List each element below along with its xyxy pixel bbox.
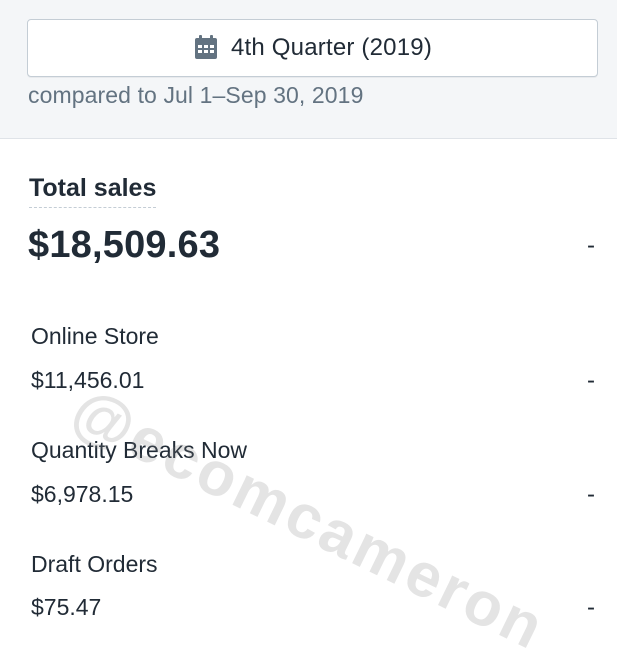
sales-report-page: 4th Quarter (2019) compared to Jul 1–Sep…: [0, 0, 617, 671]
channel-label-quantity-breaks: Quantity Breaks Now: [31, 437, 248, 463]
date-range-header: 4th Quarter (2019) compared to Jul 1–Sep…: [0, 0, 617, 139]
comparison-text: compared to Jul 1–Sep 30, 2019: [28, 82, 364, 108]
total-sales-change: -: [587, 232, 595, 259]
channel-change-online-store: -: [587, 367, 595, 394]
date-range-label: 4th Quarter (2019): [230, 34, 433, 61]
metric-title[interactable]: Total sales: [29, 173, 157, 208]
calendar-icon: [193, 34, 219, 60]
channel-change-draft-orders: -: [587, 594, 595, 621]
channel-value-online-store: $11,456.01: [31, 367, 145, 393]
watermark: @ecomcameron: [61, 374, 557, 664]
channel-label-draft-orders: Draft Orders: [31, 551, 158, 577]
date-range-button[interactable]: 4th Quarter (2019): [27, 19, 598, 77]
channel-change-quantity-breaks: -: [587, 481, 595, 508]
channel-value-quantity-breaks: $6,978.15: [31, 481, 134, 507]
channel-value-draft-orders: $75.47: [31, 594, 102, 620]
total-sales-value: $18,509.63: [28, 224, 221, 266]
channel-label-online-store: Online Store: [31, 323, 159, 349]
